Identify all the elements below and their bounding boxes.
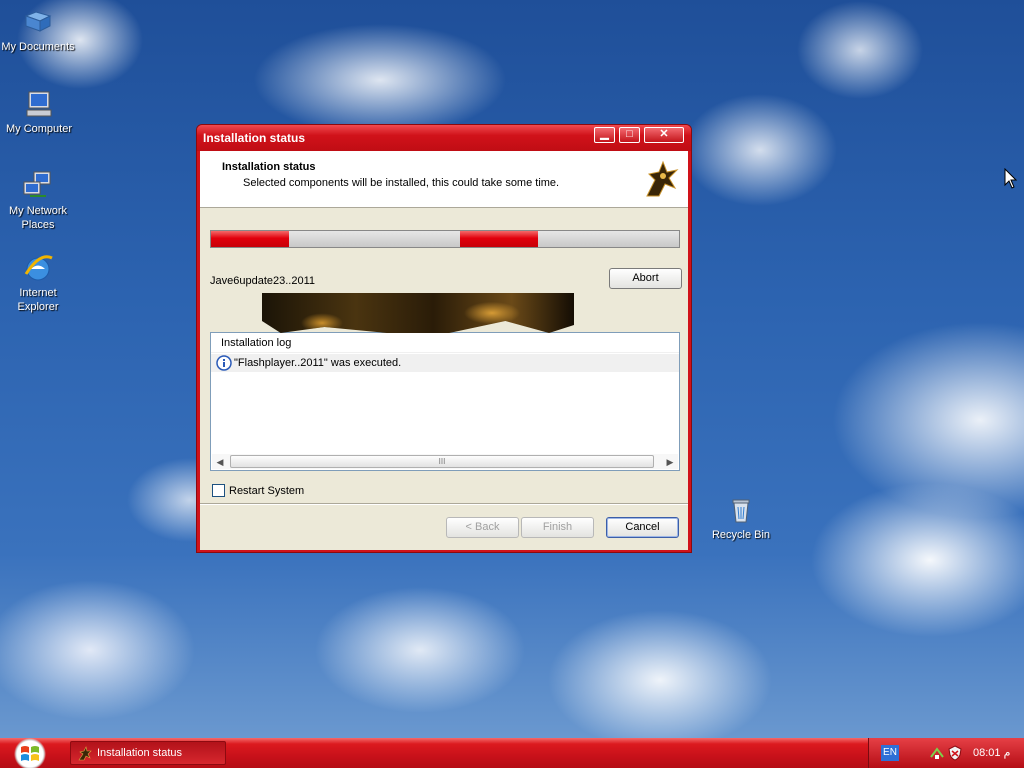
wizard-header: Installation status Selected components … [200, 151, 688, 208]
log-entry[interactable]: "Flashplayer..2011" was executed. [211, 354, 679, 372]
scrollbar-thumb[interactable]: III [230, 455, 654, 468]
windows-logo-icon [21, 746, 39, 761]
taskbar-button-label: Installation status [97, 747, 182, 759]
desktop-icon-label: My Computer [5, 123, 73, 135]
restart-system-label[interactable]: Restart System [229, 485, 304, 497]
recycle-bin-icon [732, 499, 750, 523]
glitch-artifact [262, 293, 574, 333]
network-tray-icon[interactable] [929, 745, 945, 761]
footer-divider [200, 503, 688, 505]
finish-button[interactable]: Finish [521, 517, 594, 538]
scroll-right-arrow-icon[interactable]: ▶ [664, 456, 676, 468]
my-computer-icon [26, 91, 52, 117]
desktop-icon-label: Internet Explorer [17, 287, 59, 313]
restart-system-checkbox[interactable] [212, 484, 225, 497]
minimize-button[interactable]: ▁ [594, 127, 615, 143]
close-button[interactable]: ✕ [644, 127, 684, 143]
installer-logo-icon [646, 160, 679, 197]
installer-app-icon [78, 746, 92, 761]
horizontal-scrollbar[interactable]: ◀ III ▶ [212, 454, 678, 469]
language-indicator[interactable]: EN [881, 745, 899, 761]
my-documents-icon [24, 11, 52, 32]
desktop-icon-recycle-bin[interactable]: Recycle Bin [703, 494, 779, 542]
desktop-icon-label: Recycle Bin [711, 529, 771, 541]
installation-log[interactable]: Installation log "Flashplayer..2011" was… [210, 332, 680, 471]
maximize-button[interactable]: □ [619, 127, 640, 143]
desktop-icon-internet-explorer[interactable]: Internet Explorer [0, 252, 76, 314]
back-button[interactable]: < Back [446, 517, 519, 538]
desktop-icon-label: My Network Places [8, 205, 68, 231]
header-title: Installation status [222, 161, 316, 173]
start-button[interactable] [0, 738, 58, 768]
window-title: Installation status [203, 131, 306, 145]
mouse-cursor-icon [1004, 168, 1018, 189]
window-client-area: Installation status Selected components … [200, 151, 688, 550]
abort-button[interactable]: Abort [609, 268, 682, 289]
installation-progress-bar [210, 230, 680, 248]
desktop-icon-label: My Documents [1, 41, 75, 53]
network-places-icon [23, 171, 51, 197]
progress-chunk [460, 231, 538, 247]
info-icon [216, 355, 232, 371]
installer-window: Installation status ▁ □ ✕ Installation s… [196, 124, 692, 553]
header-subtitle: Selected components will be installed, t… [243, 177, 560, 189]
system-clock[interactable]: م 08:01 [973, 746, 1010, 759]
log-header: Installation log [211, 333, 679, 353]
security-shield-icon[interactable] [947, 745, 963, 761]
progress-chunk [211, 231, 289, 247]
title-bar[interactable]: Installation status ▁ □ ✕ [197, 125, 691, 151]
desktop-icon-my-network-places[interactable]: My Network Places [0, 170, 76, 232]
log-entry-text: "Flashplayer..2011" was executed. [234, 357, 402, 369]
system-tray: EN م 08:01 [868, 738, 1024, 768]
current-item-label: Jave6update23..2011 [210, 275, 315, 287]
taskbar-button-installation-status[interactable]: Installation status [70, 741, 226, 765]
taskbar: Installation status EN م 08:01 [0, 738, 1024, 768]
desktop-icon-my-computer[interactable]: My Computer [1, 88, 77, 136]
desktop-icon-my-documents[interactable]: My Documents [0, 6, 76, 54]
cancel-button[interactable]: Cancel [606, 517, 679, 538]
internet-explorer-icon [24, 255, 53, 281]
scroll-left-arrow-icon[interactable]: ◀ [214, 456, 226, 468]
